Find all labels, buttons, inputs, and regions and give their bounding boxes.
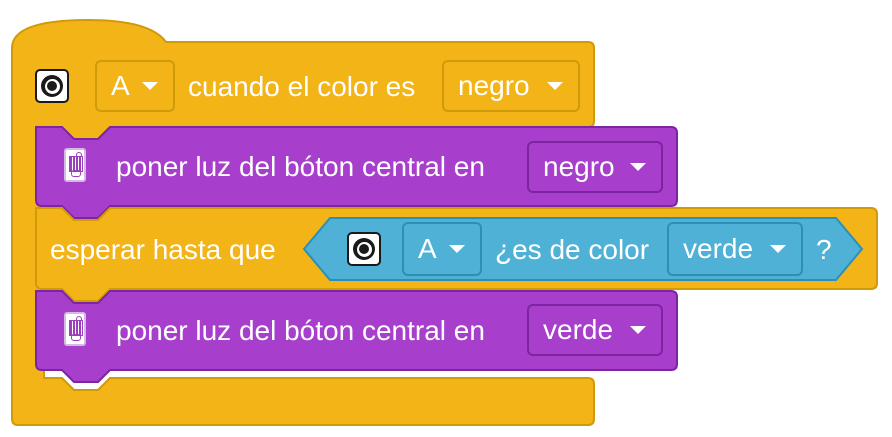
hat-color-value: negro <box>458 70 530 101</box>
chevron-down-icon <box>142 82 158 90</box>
set-light-1-label: poner luz del bóton central en <box>116 151 485 182</box>
chevron-down-icon <box>630 326 646 334</box>
color-sensor-icon <box>35 69 69 103</box>
chevron-down-icon <box>630 163 646 171</box>
set-light-2-color-dropdown[interactable]: verde <box>527 304 663 356</box>
hat-port-dropdown[interactable]: A <box>95 60 175 112</box>
condition-question-mark: ? <box>816 234 832 265</box>
set-light-2-label: poner luz del bóton central en <box>116 315 485 346</box>
hat-block-label: cuando el color es <box>188 71 416 102</box>
chevron-down-icon <box>770 245 786 253</box>
block-canvas: A cuando el color es negro poner luz del… <box>0 0 892 437</box>
hat-color-dropdown[interactable]: negro <box>442 60 580 112</box>
condition-color-value: verde <box>683 233 754 264</box>
condition-label: ¿es de color <box>495 234 650 265</box>
hub-icon <box>64 148 86 182</box>
set-light-2-color-value: verde <box>543 314 614 345</box>
set-light-1-color-dropdown[interactable]: negro <box>527 141 663 193</box>
chevron-down-icon <box>547 82 563 90</box>
hat-port-value: A <box>111 70 130 101</box>
condition-color-dropdown[interactable]: verde <box>667 222 803 276</box>
chevron-down-icon <box>449 245 465 253</box>
wait-block-label: esperar hasta que <box>50 234 276 265</box>
hub-icon <box>64 312 86 346</box>
set-light-1-color-value: negro <box>543 151 615 182</box>
condition-port-value: A <box>418 233 437 264</box>
color-sensor-icon <box>347 232 381 266</box>
condition-port-dropdown[interactable]: A <box>402 222 482 276</box>
